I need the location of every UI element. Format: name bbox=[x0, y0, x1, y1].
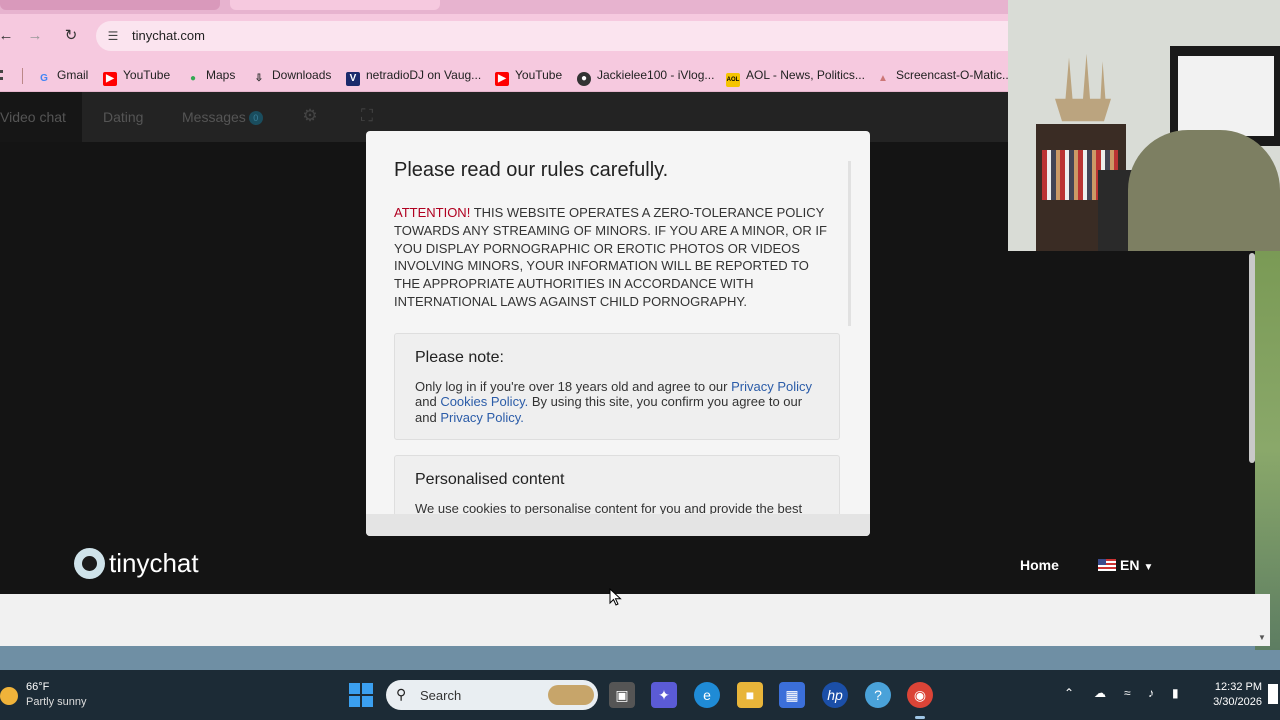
personalised-heading: Personalised content bbox=[415, 471, 565, 489]
apps-icon[interactable] bbox=[0, 70, 8, 80]
fullscreen-icon[interactable]: ⛶ bbox=[357, 106, 377, 126]
please-note-box: Please note: Only log in if you're over … bbox=[394, 332, 840, 441]
url-text: tinychat.com bbox=[132, 28, 205, 43]
modal-title: Please read our rules carefully. bbox=[394, 159, 669, 181]
active-app-indicator bbox=[915, 716, 925, 719]
modal-scrollbar[interactable] bbox=[848, 161, 851, 326]
personalised-text: We use cookies to personalise content fo… bbox=[415, 501, 803, 514]
site-info-icon[interactable]: ☰ bbox=[104, 27, 122, 45]
monitor-screen-image bbox=[1178, 56, 1274, 136]
help-icon[interactable]: ? bbox=[865, 682, 891, 708]
nav-messages[interactable]: Messages 0 bbox=[182, 109, 263, 125]
bookmark-youtube-2[interactable]: ▶ YouTube bbox=[495, 66, 562, 86]
wifi-icon[interactable]: ≈ bbox=[1124, 686, 1131, 700]
search-placeholder: Search bbox=[420, 688, 462, 703]
desktop-background bbox=[1255, 250, 1280, 650]
address-bar[interactable]: ☰ tinychat.com bbox=[96, 21, 1008, 51]
nav-video-chat[interactable]: Video chat bbox=[0, 109, 66, 125]
task-view-icon[interactable]: ▣ bbox=[609, 682, 635, 708]
rules-modal: Please read our rules carefully. ATTENTI… bbox=[366, 131, 870, 536]
screencast-icon: ▲ bbox=[878, 73, 888, 84]
bookmark-maps[interactable]: ● Maps bbox=[186, 66, 235, 84]
browser-toolbar: ← → ↻ ☰ tinychat.com bbox=[0, 14, 1008, 58]
download-icon: ⇩ bbox=[254, 73, 264, 84]
back-button[interactable]: ← bbox=[0, 24, 18, 48]
nav-dating[interactable]: Dating bbox=[103, 109, 143, 125]
brand-name: tinychat bbox=[109, 548, 199, 578]
notification-icon[interactable] bbox=[1268, 684, 1278, 704]
maps-icon: ● bbox=[189, 73, 197, 84]
weather-temp: 66°F bbox=[26, 681, 50, 693]
page-scrollbar[interactable] bbox=[1249, 253, 1255, 463]
personalised-content-box: Personalised content We use cookies to p… bbox=[394, 455, 840, 514]
please-note-heading: Please note: bbox=[415, 348, 504, 366]
forward-button[interactable]: → bbox=[23, 24, 47, 48]
taskbar-clock[interactable]: 12:32 PM 3/30/2026 bbox=[1200, 681, 1262, 708]
gear-icon[interactable]: ⚙ bbox=[300, 106, 320, 126]
bookmark-screencast[interactable]: ▲ Screencast-O-Matic... bbox=[876, 66, 1008, 84]
home-link[interactable]: Home bbox=[1020, 557, 1059, 573]
bookmark-aol[interactable]: AOL AOL - News, Politics... bbox=[726, 66, 865, 87]
privacy-policy-link[interactable]: Privacy Policy bbox=[731, 379, 812, 394]
language-selector[interactable]: EN ▼ bbox=[1098, 557, 1153, 573]
youtube-icon: ▶ bbox=[103, 72, 117, 86]
model-ship-image bbox=[1055, 53, 1111, 122]
bookmark-netradiodj[interactable]: VnetradioDJ on Vaug... bbox=[346, 66, 481, 86]
tab-strip bbox=[0, 0, 1008, 14]
webcam-overlay bbox=[1008, 0, 1280, 251]
youtube-icon: ▶ bbox=[495, 72, 509, 86]
caret-down-icon: ▼ bbox=[1143, 562, 1154, 573]
reload-button[interactable]: ↻ bbox=[59, 24, 83, 48]
search-highlight-icon bbox=[548, 685, 594, 705]
logo-icon bbox=[74, 548, 105, 579]
file-explorer-icon[interactable]: ■ bbox=[737, 682, 763, 708]
browser-tab-active[interactable] bbox=[230, 0, 440, 10]
clock-time: 12:32 PM bbox=[1214, 681, 1262, 693]
windows-start-icon[interactable] bbox=[348, 682, 374, 708]
bookmark-youtube[interactable]: ▶ YouTube bbox=[103, 66, 170, 86]
browser-tab[interactable] bbox=[0, 0, 220, 10]
bookmarks-divider bbox=[22, 68, 23, 84]
store-icon[interactable]: ▦ bbox=[779, 682, 805, 708]
site-footer: tinychat Home EN ▼ bbox=[0, 532, 1255, 594]
volume-icon[interactable]: ♪ bbox=[1148, 686, 1154, 700]
weather-condition: Partly sunny bbox=[26, 696, 87, 708]
chrome-icon[interactable]: ◉ bbox=[907, 682, 933, 708]
partly-sunny-icon bbox=[0, 687, 18, 705]
battery-icon[interactable]: ▮ bbox=[1172, 686, 1179, 700]
vaughn-icon: V bbox=[346, 72, 360, 86]
attention-text: ATTENTION! THIS WEBSITE OPERATES A ZERO-… bbox=[394, 205, 827, 309]
windows-taskbar: 66°F Partly sunny ⚲ Search ▣ ✦ e ■ ▦ hp … bbox=[0, 670, 1280, 720]
person-image bbox=[1128, 130, 1280, 251]
copilot-icon[interactable]: ✦ bbox=[651, 682, 677, 708]
cookies-policy-link[interactable]: Cookies Policy. bbox=[440, 394, 528, 409]
search-icon: ⚲ bbox=[396, 686, 407, 702]
clock-date: 3/30/2026 bbox=[1213, 696, 1262, 708]
taskbar-search[interactable]: ⚲ Search bbox=[386, 680, 598, 710]
modal-footer bbox=[366, 514, 870, 536]
us-flag-icon bbox=[1098, 559, 1116, 571]
edge-icon[interactable]: e bbox=[694, 682, 720, 708]
bookmark-downloads[interactable]: ⇩ Downloads bbox=[252, 66, 332, 84]
messages-badge: 0 bbox=[248, 111, 263, 125]
google-icon: G bbox=[40, 73, 48, 84]
chevron-up-icon[interactable]: ⌃ bbox=[1064, 686, 1074, 700]
weather-widget[interactable]: 66°F Partly sunny bbox=[0, 679, 110, 711]
scroll-down-arrow-icon[interactable]: ▼ bbox=[1256, 632, 1268, 644]
modal-body[interactable]: Please read our rules carefully. ATTENTI… bbox=[366, 131, 870, 514]
onedrive-icon[interactable]: ☁ bbox=[1094, 686, 1106, 700]
please-note-text: Only log in if you're over 18 years old … bbox=[415, 378, 813, 425]
attention-label: ATTENTION! bbox=[394, 205, 471, 220]
bookmark-jackielee[interactable]: ● Jackielee100 - iVlog... bbox=[577, 66, 714, 86]
hp-icon[interactable]: hp bbox=[822, 682, 848, 708]
aol-icon: AOL bbox=[726, 73, 740, 87]
bookmarks-bar: G Gmail ▶ YouTube ● Maps ⇩ Downloads Vnetrad… bbox=[0, 58, 1008, 92]
privacy-policy-link-2[interactable]: Privacy Policy. bbox=[440, 410, 524, 425]
ivlog-icon: ● bbox=[577, 72, 591, 86]
bookmark-gmail[interactable]: G Gmail bbox=[37, 66, 88, 84]
page-lower-area bbox=[0, 594, 1270, 646]
